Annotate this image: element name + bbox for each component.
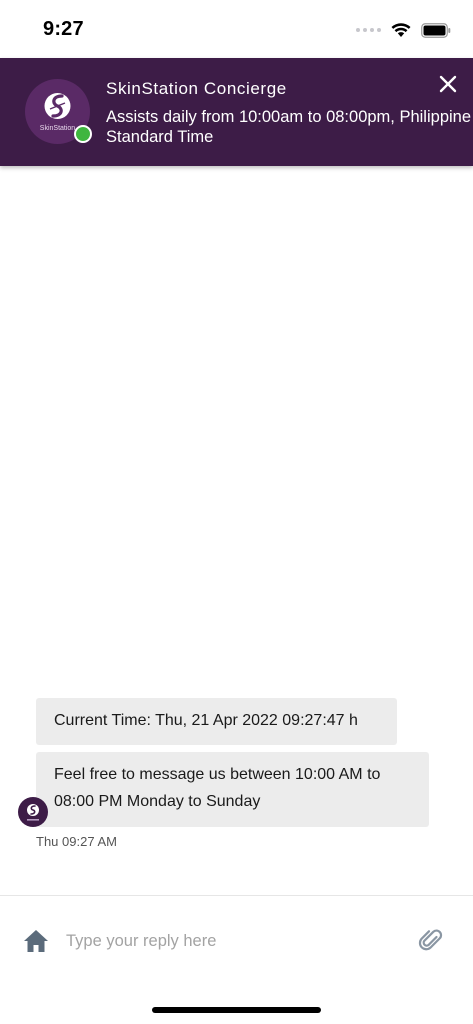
status-time: 9:27 — [43, 18, 84, 40]
reply-composer — [0, 895, 473, 985]
paperclip-icon — [418, 929, 443, 951]
signal-dots-icon — [356, 28, 381, 32]
battery-icon — [421, 22, 451, 38]
chat-header: SkinStation SkinStation Concierge Assist… — [0, 58, 473, 166]
logo-text: SkinStation — [40, 125, 76, 132]
message-bubble: Feel free to message us between 10:00 AM… — [36, 752, 429, 827]
online-status-indicator — [74, 125, 92, 143]
reply-input[interactable] — [66, 924, 396, 958]
home-button[interactable] — [22, 927, 50, 955]
status-bar: 9:27 — [0, 0, 473, 58]
agent-avatar — [18, 797, 48, 827]
header-subtitle: Assists daily from 10:00am to 08:00pm, P… — [106, 108, 472, 146]
chat-screen: 9:27 SkinStation SkinStation Concierge A… — [0, 0, 473, 1024]
home-icon — [24, 930, 48, 952]
status-icons — [356, 20, 451, 40]
message-list[interactable]: Current Time: Thu, 21 Apr 2022 09:27:47 … — [0, 166, 473, 896]
home-indicator[interactable] — [152, 1007, 321, 1013]
message-bubble: Current Time: Thu, 21 Apr 2022 09:27:47 … — [36, 698, 397, 745]
header-title: SkinStation Concierge — [106, 79, 287, 98]
close-icon — [439, 75, 457, 93]
attach-button[interactable] — [416, 926, 444, 954]
close-button[interactable] — [436, 72, 460, 96]
wifi-icon — [391, 23, 411, 37]
message-timestamp: Thu 09:27 AM — [36, 834, 117, 849]
skinstation-logo-icon — [27, 804, 39, 821]
